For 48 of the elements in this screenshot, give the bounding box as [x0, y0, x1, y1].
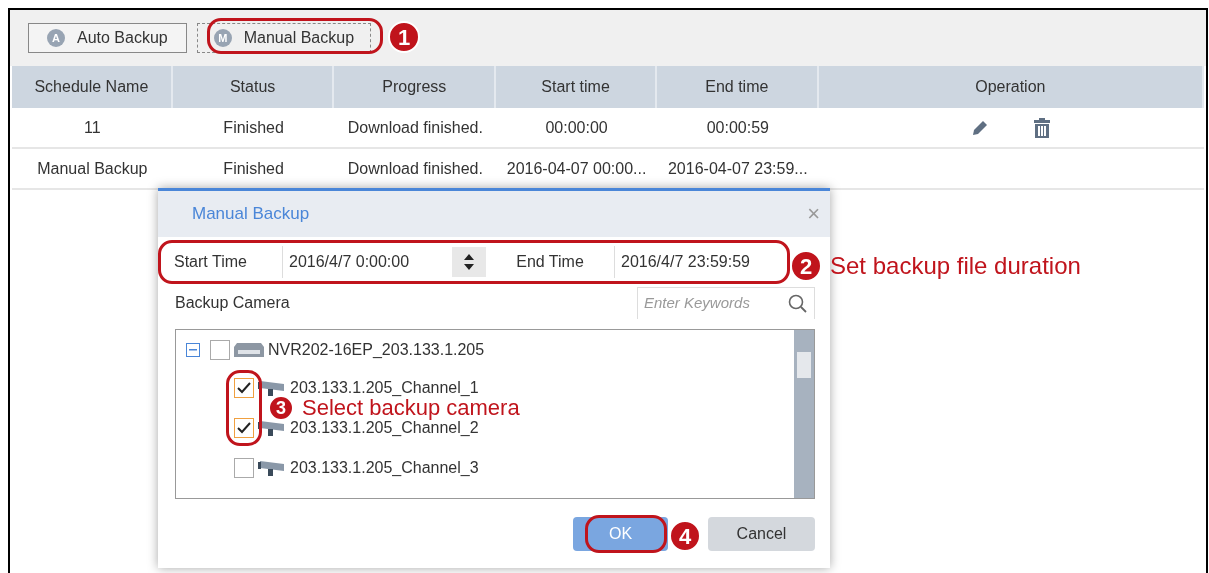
camera-icon	[258, 419, 286, 437]
edit-icon[interactable]	[971, 118, 990, 137]
table-cell-text: 11	[83, 117, 102, 138]
table-cell-text: Finished	[222, 117, 285, 138]
field-label: Start Time	[173, 252, 248, 272]
backup-mode-button[interactable]: A Auto Backup	[28, 23, 187, 53]
delete-icon[interactable]	[1033, 117, 1052, 138]
table-cell-text: 2016-04-07 23:59...	[666, 158, 809, 179]
backup-mode-button[interactable]: M Manual Backup	[196, 23, 372, 53]
column-header: Progress	[334, 66, 497, 108]
camera-icon	[258, 459, 286, 477]
table-cell-text: Finished	[222, 158, 285, 179]
tree-item-label[interactable]: 203.133.1.205_Channel_3	[290, 460, 479, 476]
tree-item-label[interactable]: 203.133.1.205_Channel_2	[290, 420, 479, 436]
field-label: End Time	[515, 252, 585, 272]
search-box[interactable]: Enter Keywords	[637, 287, 815, 319]
scrollbar[interactable]	[794, 330, 814, 498]
table-cell-text: Manual Backup	[36, 158, 149, 179]
dialog-title: Manual Backup	[192, 203, 310, 226]
collapse-toggle[interactable]	[186, 343, 200, 357]
cancel-button[interactable]: Cancel	[708, 517, 815, 551]
checkbox[interactable]	[234, 458, 254, 478]
section-label: Backup Camera	[175, 293, 290, 313]
checkbox[interactable]	[234, 418, 254, 438]
column-header: Start time	[496, 66, 657, 108]
checkbox[interactable]	[234, 378, 254, 398]
search-icon[interactable]	[788, 293, 808, 314]
tree-item-label[interactable]: NVR202-16EP_203.133.1.205	[268, 338, 485, 362]
column-header: End time	[656, 66, 819, 108]
table-cell-text: 00:00:00	[544, 117, 609, 138]
table-cell-text: 2016-04-07 00:00...	[505, 158, 648, 179]
annotation-text: Set backup file duration	[830, 251, 1081, 281]
table-cell-text: Download finished.	[346, 117, 484, 138]
checkbox[interactable]	[210, 340, 230, 360]
camera-icon	[258, 379, 286, 397]
start-time-value: 2016/4/7 0:00:00	[288, 252, 411, 272]
minus-icon	[189, 349, 197, 351]
recorder-icon	[234, 343, 264, 357]
tree-item-label[interactable]: 203.133.1.205_Channel_1	[290, 380, 479, 396]
table-cell-text: Download finished.	[346, 158, 484, 179]
spinner-arrows-icon[interactable]	[463, 252, 475, 272]
annotation-text: Select backup camera	[302, 397, 520, 419]
column-header: Operation	[818, 66, 1204, 108]
column-header: Schedule Name	[12, 66, 173, 108]
end-time-field[interactable]: 2016/4/7 23:59:59	[614, 246, 772, 278]
column-header: Status	[172, 66, 335, 108]
table-cell-text: 00:00:59	[705, 117, 770, 138]
search-input[interactable]: Enter Keywords	[644, 292, 788, 315]
